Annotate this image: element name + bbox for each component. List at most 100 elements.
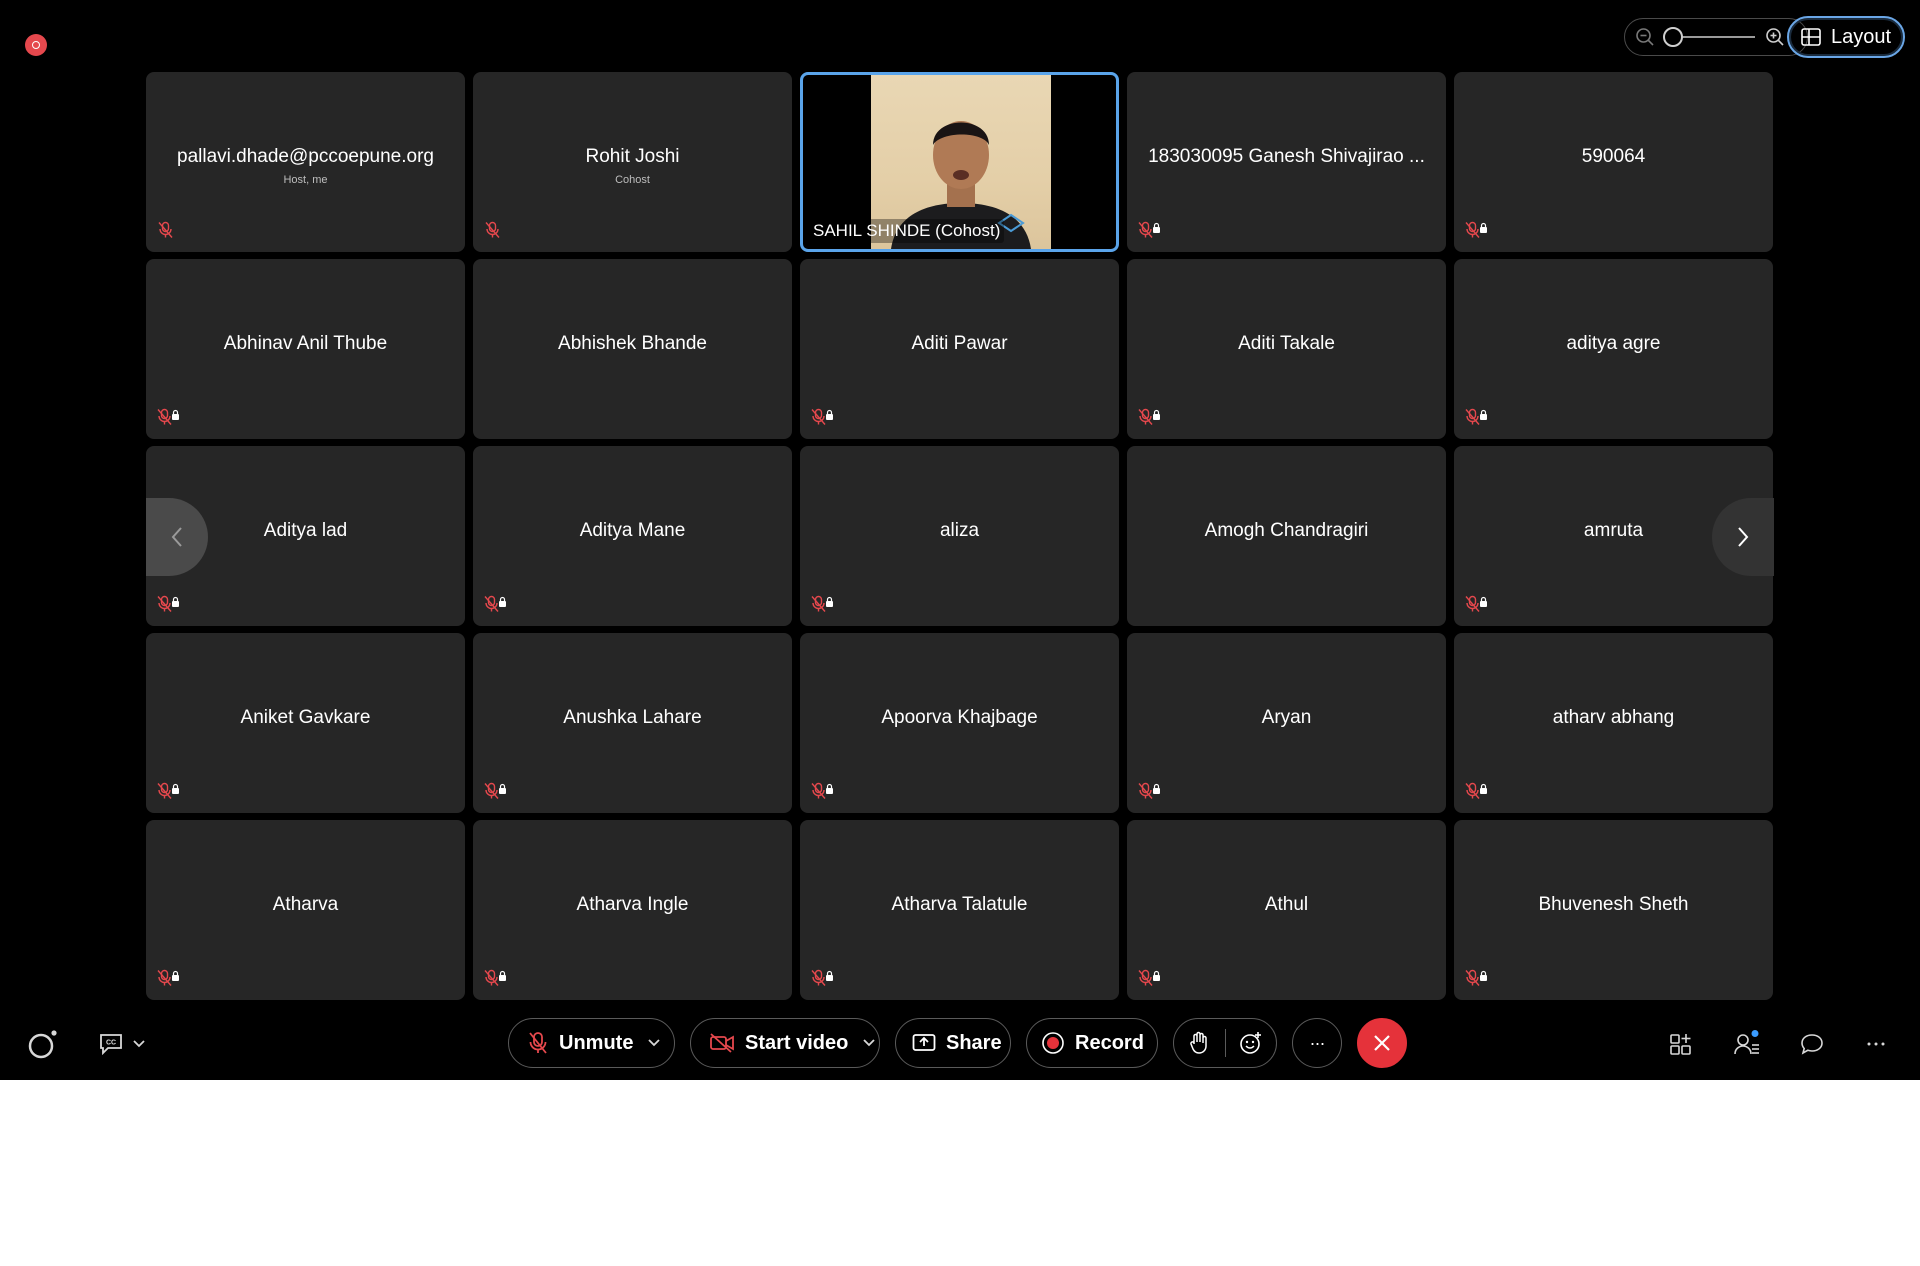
- participant-name: aditya agre: [1566, 333, 1661, 354]
- mic-status: [1465, 782, 1489, 805]
- participant-tile[interactable]: Apoorva Khajbage: [800, 633, 1119, 813]
- microphone-muted-icon: [485, 221, 500, 238]
- share-button[interactable]: Share: [895, 1018, 1011, 1068]
- mic-status: [1465, 969, 1489, 992]
- mic-status: [484, 221, 502, 244]
- mic-status: [484, 782, 508, 805]
- participant-tile[interactable]: Aniket Gavkare: [146, 633, 465, 813]
- participant-tile[interactable]: SAHIL SHINDE (Cohost): [800, 72, 1119, 252]
- zoom-control[interactable]: [1624, 18, 1808, 56]
- chevron-down-icon[interactable]: [862, 1038, 876, 1048]
- microphone-muted-locked-icon: [484, 595, 506, 612]
- participant-tile[interactable]: 183030095 Ganesh Shivajirao ...: [1127, 72, 1446, 252]
- zoom-in-icon[interactable]: [1765, 27, 1785, 47]
- zoom-slider-knob[interactable]: [1663, 27, 1683, 47]
- participant-tile[interactable]: atharv abhang: [1454, 633, 1773, 813]
- microphone-muted-locked-icon: [1465, 221, 1487, 238]
- reactions-button[interactable]: [1225, 1031, 1276, 1055]
- participant-tile[interactable]: 590064: [1454, 72, 1773, 252]
- participant-tile[interactable]: Aryan: [1127, 633, 1446, 813]
- participant-name: Aditya Mane: [579, 520, 686, 541]
- participant-name: aliza: [939, 520, 980, 541]
- mic-status: [1465, 595, 1489, 618]
- mic-status: [811, 782, 835, 805]
- webex-assistant-button[interactable]: [22, 1024, 62, 1064]
- participant-name: Apoorva Khajbage: [881, 707, 1038, 728]
- participant-role: Cohost: [615, 174, 650, 186]
- participant-tile[interactable]: pallavi.dhade@pccoepune.org Host, me: [146, 72, 465, 252]
- participants-icon: [1734, 1030, 1759, 1055]
- participants-button[interactable]: [1727, 1024, 1767, 1064]
- more-options-button[interactable]: ···: [1292, 1018, 1342, 1068]
- participant-tile[interactable]: Amogh Chandragiri: [1127, 446, 1446, 626]
- mic-status: [157, 595, 181, 618]
- apps-button[interactable]: [1661, 1024, 1701, 1064]
- participant-tile[interactable]: Atharva Talatule: [800, 820, 1119, 1000]
- record-button[interactable]: Record: [1026, 1018, 1158, 1068]
- grid-layout-icon: [1801, 28, 1821, 46]
- participant-tile[interactable]: Athul: [1127, 820, 1446, 1000]
- participant-tile[interactable]: Aditi Pawar: [800, 259, 1119, 439]
- microphone-muted-locked-icon: [1465, 782, 1487, 799]
- unmute-button[interactable]: Unmute: [508, 1018, 675, 1068]
- mic-status: [811, 595, 835, 618]
- participant-tile[interactable]: Atharva: [146, 820, 465, 1000]
- mic-status: [1138, 221, 1162, 244]
- chevron-right-icon: [1738, 527, 1749, 547]
- more-menu-button[interactable]: [1856, 1024, 1896, 1064]
- microphone-muted-locked-icon: [1138, 969, 1160, 986]
- participant-name: Atharva Talatule: [891, 894, 1028, 915]
- emoji-add-icon: [1239, 1032, 1261, 1054]
- participant-name: 183030095 Ganesh Shivajirao ...: [1148, 146, 1425, 167]
- participant-name: Aditi Takale: [1238, 333, 1335, 354]
- reactions-group: [1173, 1018, 1277, 1068]
- microphone-muted-locked-icon: [811, 782, 833, 799]
- participant-tile[interactable]: Rohit Joshi Cohost: [473, 72, 792, 252]
- mic-status: [157, 408, 181, 431]
- mic-status: [811, 408, 835, 431]
- participant-name: Amogh Chandragiri: [1204, 520, 1369, 541]
- participant-tile[interactable]: Bhuvenesh Sheth: [1454, 820, 1773, 1000]
- participant-tile[interactable]: Aditya Mane: [473, 446, 792, 626]
- closed-captions-icon: CC: [100, 1034, 122, 1055]
- participant-tile[interactable]: aditya agre: [1454, 259, 1773, 439]
- share-screen-icon: [912, 1034, 936, 1051]
- participant-name: atharv abhang: [1552, 707, 1675, 728]
- start-video-label: Start video: [745, 1031, 849, 1054]
- meeting-window: Layout pallavi.dhade@pccoepune.org Host, …: [0, 0, 1920, 1080]
- participant-tile[interactable]: Abhinav Anil Thube: [146, 259, 465, 439]
- microphone-muted-locked-icon: [157, 969, 179, 986]
- mic-status: [811, 969, 835, 992]
- close-icon: [1374, 1035, 1390, 1051]
- start-video-button[interactable]: Start video: [690, 1018, 880, 1068]
- leave-meeting-button[interactable]: [1357, 1018, 1407, 1068]
- recording-indicator-icon: [25, 34, 47, 56]
- microphone-muted-locked-icon: [1465, 408, 1487, 425]
- mic-status: [1138, 408, 1162, 431]
- participant-tile[interactable]: Aditi Takale: [1127, 259, 1446, 439]
- closed-captions-button[interactable]: CC: [94, 1024, 150, 1064]
- participant-tile[interactable]: Abhishek Bhande: [473, 259, 792, 439]
- chevron-down-icon[interactable]: [132, 1039, 146, 1049]
- chat-button[interactable]: [1792, 1024, 1832, 1064]
- mic-status: [157, 221, 175, 244]
- participant-name: Aditi Pawar: [911, 333, 1008, 354]
- participant-tile[interactable]: Atharva Ingle: [473, 820, 792, 1000]
- zoom-out-icon[interactable]: [1635, 27, 1655, 47]
- mic-status: [484, 595, 508, 618]
- raise-hand-button[interactable]: [1174, 1031, 1225, 1055]
- share-label: Share: [946, 1031, 1002, 1054]
- participant-tile[interactable]: aliza: [800, 446, 1119, 626]
- participant-grid: pallavi.dhade@pccoepune.org Host, me Rohit…: [146, 72, 1774, 1000]
- layout-button[interactable]: Layout: [1787, 16, 1905, 58]
- participant-name: 590064: [1581, 146, 1646, 167]
- mic-status: [1465, 408, 1489, 431]
- assistant-ring-icon: [28, 1030, 57, 1059]
- participant-tile[interactable]: Anushka Lahare: [473, 633, 792, 813]
- microphone-muted-locked-icon: [484, 782, 506, 799]
- chevron-down-icon[interactable]: [647, 1038, 661, 1048]
- raise-hand-icon: [1190, 1031, 1207, 1054]
- mic-status: [157, 969, 181, 992]
- zoom-slider[interactable]: [1663, 27, 1755, 47]
- participant-name: Atharva Ingle: [576, 894, 689, 915]
